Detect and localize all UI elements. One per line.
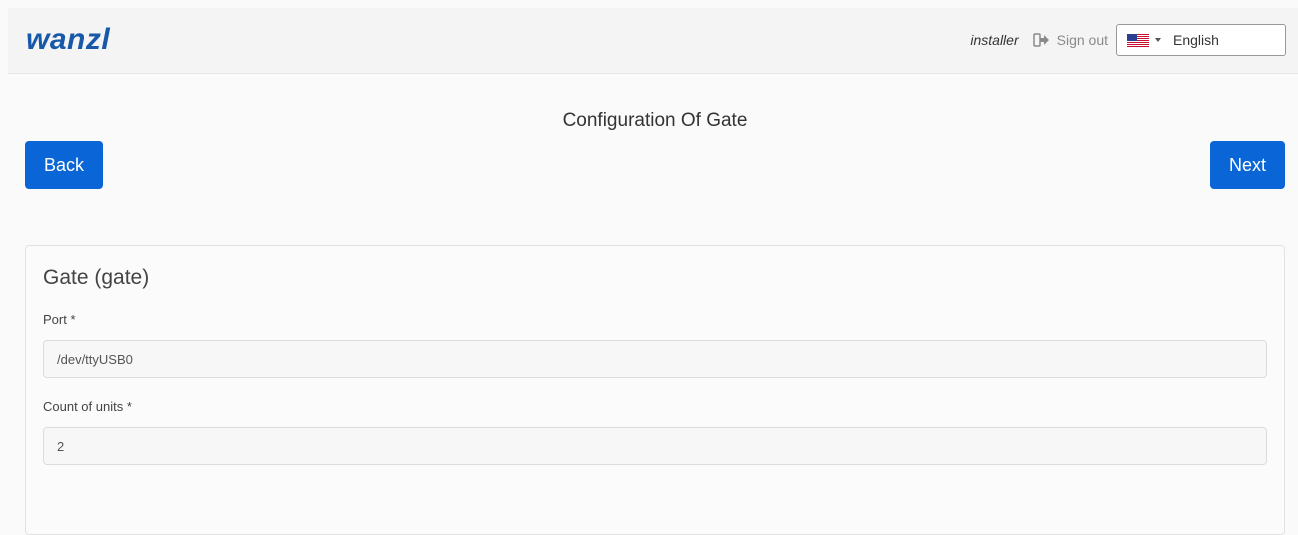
page-title: Configuration Of Gate bbox=[562, 110, 748, 131]
sign-out-label: Sign out bbox=[1056, 32, 1108, 48]
sign-out-icon bbox=[1032, 32, 1051, 48]
port-label: Port * bbox=[43, 312, 76, 327]
port-input[interactable] bbox=[43, 340, 1267, 378]
language-selected-label: English bbox=[1173, 32, 1219, 48]
back-button[interactable]: Back bbox=[25, 141, 103, 189]
top-header: wanzl installer Sign out English bbox=[8, 8, 1298, 74]
chevron-down-icon bbox=[1155, 38, 1161, 42]
count-of-units-input[interactable] bbox=[43, 427, 1267, 465]
language-select[interactable]: English bbox=[1116, 24, 1286, 56]
username-label: installer bbox=[970, 32, 1019, 48]
wanzl-logo: wanzl bbox=[26, 23, 111, 56]
gate-config-panel: Gate (gate) Port * Count of units * bbox=[25, 245, 1285, 535]
user-area: installer Sign out bbox=[970, 30, 1108, 50]
panel-title: Gate (gate) bbox=[43, 266, 150, 289]
count-of-units-label: Count of units * bbox=[43, 399, 132, 414]
sign-out-link[interactable]: Sign out bbox=[1032, 32, 1108, 48]
us-flag-icon bbox=[1127, 33, 1149, 47]
next-button[interactable]: Next bbox=[1210, 141, 1285, 189]
